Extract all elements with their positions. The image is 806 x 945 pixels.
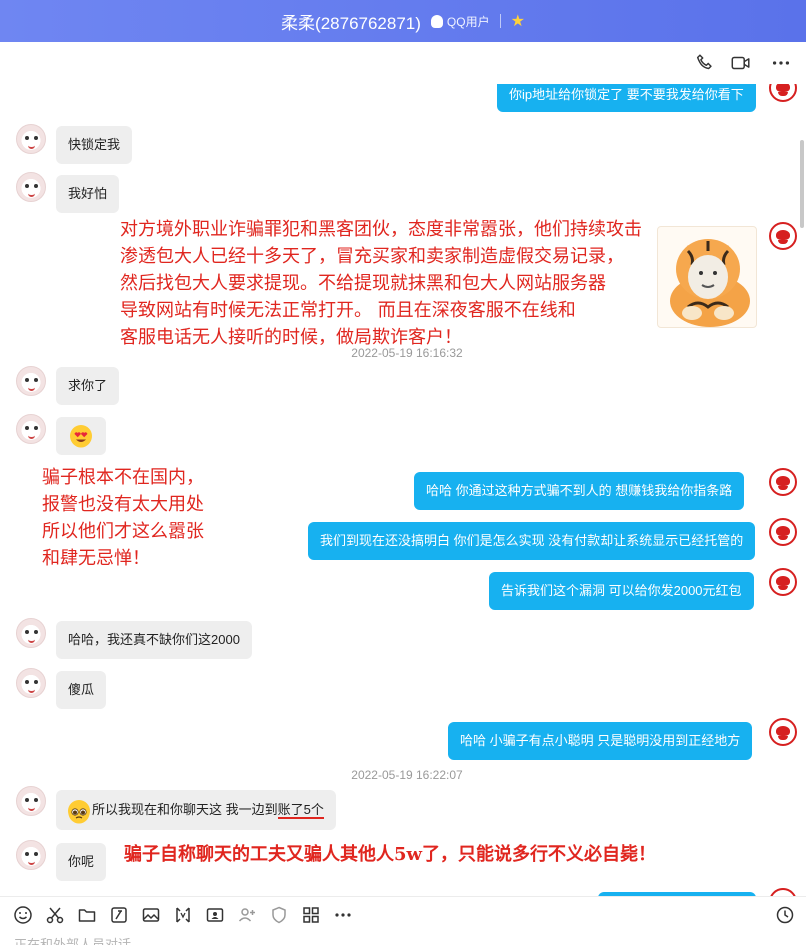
contact-card-icon[interactable] [204,904,226,926]
red-packet-icon[interactable] [172,904,194,926]
add-friend-icon[interactable] [236,904,258,926]
more-tools-icon[interactable] [332,904,354,926]
shield-icon[interactable] [268,904,290,926]
annotation-line: 对方境外职业诈骗罪犯和黑客团伙，态度非常嚣张，他们持续攻击 [120,219,642,240]
user-type-label: QQ用户 [446,14,490,29]
annotation-abroad-warning: 骗子根本不在国内， 报警也没有太大用处 所以他们才这么嚣张 和肆无忌惮！ [42,464,204,572]
my-avatar[interactable] [769,468,797,496]
scrollbar-thumb[interactable] [800,140,804,228]
my-avatar[interactable] [769,888,797,896]
contact-avatar[interactable] [16,668,46,698]
message-incoming[interactable]: 所以我现在和你聊天这 我一边到账了5个 [56,790,336,830]
message-text-underlined: 账了5个 [277,802,324,819]
input-toolbar [0,896,806,932]
contact-avatar[interactable] [16,366,46,396]
message-outgoing[interactable]: 我们到现在还没搞明白 你们是怎么实现 没有付款却让系统显示已经托管的 [308,522,756,560]
contact-avatar[interactable] [16,124,46,154]
timestamp: 2022-05-19 16:22:07 [351,768,463,782]
typing-status: 正在和外部人员对话 [14,937,132,945]
contact-avatar[interactable] [16,786,46,816]
message-incoming[interactable]: 快锁定我 [56,126,133,164]
video-call-icon[interactable] [730,52,752,74]
message-outgoing[interactable]: 哈哈 你通过这种方式骗不到人的 想赚钱我给你指条路 [414,472,745,510]
message-text: 所以我现在和你聊天这 我一边到 [92,802,278,817]
my-avatar[interactable] [769,222,797,250]
annotation-line: 渗透包大人已经十多天了，冒充买家和卖家制造虚假交易记录， [120,246,624,267]
emoji-icon[interactable] [12,904,34,926]
contact-avatar[interactable] [16,414,46,444]
message-incoming[interactable]: 求你了 [56,367,120,405]
contact-avatar[interactable] [16,840,46,870]
my-avatar[interactable] [769,84,797,102]
folder-icon[interactable] [76,904,98,926]
message-outgoing[interactable]: 哈哈 小骗子有点小聪明 只是聪明没用到正经地方 [448,722,753,760]
title-divider [499,14,501,28]
scissors-icon[interactable] [44,904,66,926]
message-incoming[interactable]: 我好怕 [56,175,120,213]
my-avatar[interactable] [769,718,797,746]
heart-eyes-emoji-icon-shape [70,426,92,448]
annotation-line: 导致网站有时候无法正常打开。 而且在深夜客服不在线和 [120,300,576,321]
history-clock-icon[interactable] [774,904,796,926]
title-bar: 柔柔(2876762871) QQ用户 ★ [0,0,806,42]
timestamp: 2022-05-19 16:16:32 [351,346,463,360]
chat-action-toolbar [0,42,806,84]
apps-grid-icon[interactable] [300,904,322,926]
chat-scrollbar[interactable] [798,84,806,896]
image-icon[interactable] [140,904,162,926]
qq-user-tag: QQ用户 [430,13,490,30]
more-options-icon[interactable] [770,52,792,74]
annotation-line: 所以他们才这么嚣张 [42,521,204,542]
contact-avatar[interactable] [16,618,46,648]
heart-eyes-emoji-icon [70,425,92,448]
tiger-sticker[interactable] [657,226,757,328]
pleading-face-emoji-icon [68,799,90,824]
message-incoming[interactable]: 你呢 [56,843,107,881]
message-emoji[interactable] [56,417,106,455]
message-outgoing[interactable]: 你ip地址给你锁定了 要不要我发给你看下 [497,84,756,112]
annotation-line: 然后找包大人要求提现。不给提现就抹黑和包大人网站服务器 [120,273,606,294]
pleading-face-emoji-icon-shape [68,802,90,824]
tiger-sticker-image [670,239,750,327]
my-avatar[interactable] [769,518,797,546]
contact-avatar[interactable] [16,172,46,202]
contact-name[interactable]: 柔柔(2876762871) [281,9,421,34]
annotation-line: 骗子根本不在国内， [42,467,204,488]
message-incoming[interactable]: 哈哈，我还真不缺你们这2000 [56,621,252,659]
annotation-line: 和肆无忌惮！ [42,548,150,569]
annotation-line: 报警也没有太大用处 [42,494,204,515]
annotation-5w-scam: 骗子自称聊天的工夫又骗人其他人5w了，只能说多行不义必自毙！ [124,844,657,865]
doc-edit-icon[interactable] [108,904,130,926]
message-outgoing[interactable]: 告诉我们这个漏洞 可以给你发2000元红包 [489,572,754,610]
star-icon[interactable]: ★ [511,11,525,31]
annotation-scam-warning: 对方境外职业诈骗罪犯和黑客团伙，态度非常嚣张，他们持续攻击 渗透包大人已经十多天… [120,216,642,351]
phone-icon[interactable] [694,52,716,74]
message-incoming[interactable]: 傻瓜 [56,671,107,709]
qq-penguin-icon [430,14,443,28]
my-avatar[interactable] [769,568,797,596]
chat-history[interactable]: 你ip地址给你锁定了 要不要我发给你看下 快锁定我 我好怕 对方境外职业诈骗罪犯… [0,84,798,896]
